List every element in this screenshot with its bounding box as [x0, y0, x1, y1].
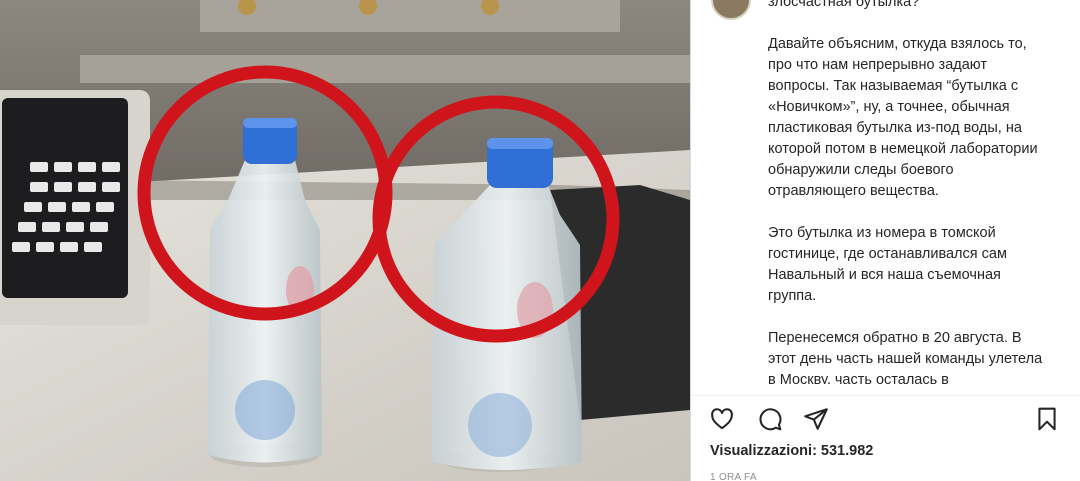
post-side-panel: злосчастная бутылка? Давайте объясним, о… [691, 0, 1080, 481]
paper-plane-icon[interactable] [803, 406, 829, 432]
caption-paragraph: Давайте объясним, откуда взялось то, про… [768, 36, 1038, 199]
bookmark-icon[interactable] [1034, 406, 1060, 432]
comment-icon[interactable] [757, 406, 783, 432]
caption-paragraph: злосчастная бутылка? [768, 0, 920, 10]
avatar[interactable] [711, 0, 751, 20]
video-frame [0, 0, 690, 481]
post-caption: злосчастная бутылка? Давайте объясним, о… [768, 0, 1043, 384]
post-timestamp[interactable]: 1 ORA FA [710, 472, 757, 481]
post-video[interactable] [0, 0, 690, 481]
views-count[interactable]: Visualizzazioni: 531.982 [710, 443, 873, 459]
caption-paragraph: Перенесемся обратно в 20 августа. В этот… [768, 330, 1043, 384]
action-bar [691, 395, 1080, 440]
caption-paragraph: Это бутылка из номера в томской гостиниц… [768, 225, 1007, 304]
heart-icon[interactable] [709, 406, 735, 432]
